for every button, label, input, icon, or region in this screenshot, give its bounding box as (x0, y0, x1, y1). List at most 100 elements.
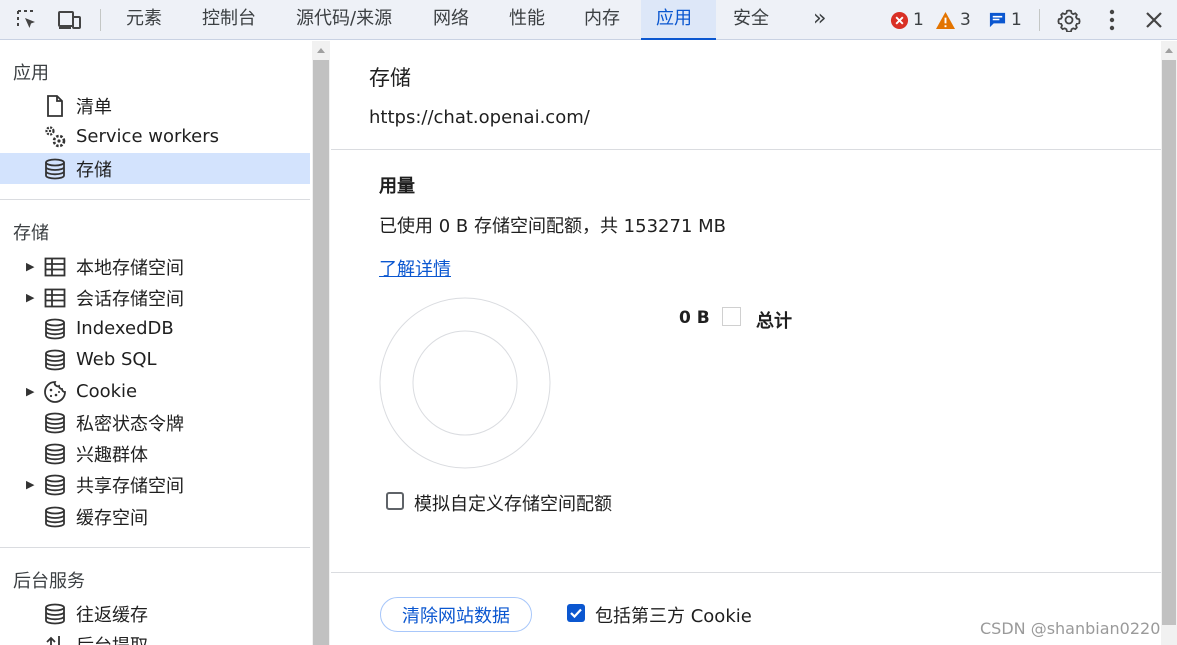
learn-more-link[interactable]: 了解详情 (379, 255, 451, 281)
sidebar-item-web-sql[interactable]: Web SQL (0, 344, 310, 375)
expand-arrow-icon[interactable]: ▶ (26, 291, 38, 304)
tab-sources[interactable]: 源代码/来源 (281, 0, 407, 40)
sidebar-item-label: 共享存储空间 (76, 475, 184, 497)
errors-count: 1 (913, 10, 924, 30)
section-title-storage: 存储 (13, 223, 49, 244)
sidebar-item-service-workers[interactable]: Service workers (0, 121, 310, 152)
sidebar-item-label: 后台提取 (76, 632, 148, 645)
sidebar-item-label: 本地存储空间 (76, 257, 184, 279)
warning-icon (936, 11, 955, 29)
errors-badge[interactable]: 1 (890, 8, 924, 32)
scroll-up-arrow-icon[interactable] (1164, 47, 1174, 54)
sidebar-item-indexeddb[interactable]: IndexedDB (0, 313, 310, 344)
tab-memory[interactable]: 内存 (569, 0, 635, 40)
database-icon (42, 504, 68, 530)
watermark: CSDN @shanbian0220 (980, 619, 1161, 638)
inspect-element-icon[interactable] (13, 6, 41, 34)
toolbar-divider (100, 9, 101, 31)
section-title-background-services: 后台服务 (13, 571, 85, 592)
tab-elements[interactable]: 元素 (111, 0, 177, 40)
more-tabs-button[interactable]: » (798, 0, 841, 40)
close-icon[interactable] (1140, 6, 1168, 34)
sidebar-item-cookie[interactable]: ▶ Cookie (0, 376, 310, 407)
document-icon (42, 93, 68, 119)
tab-security[interactable]: 安全 (718, 0, 784, 40)
origin-url: https://chat.openai.com/ (369, 107, 590, 128)
legend-label: 总计 (756, 311, 792, 332)
sidebar-item-cache-storage[interactable]: 缓存空间 (0, 501, 310, 532)
tab-application[interactable]: 应用 (641, 0, 716, 40)
sidebar-item-private-state-tokens[interactable]: 私密状态令牌 (0, 407, 310, 438)
kebab-menu-icon[interactable] (1098, 6, 1126, 34)
usage-pie-chart (379, 297, 551, 469)
devtools-tab-bar: 元素 控制台 源代码/来源 网络 性能 内存 应用 安全 » 1 3 1 (0, 0, 1177, 40)
sidebar-item-background-fetch[interactable]: 后台提取 (0, 629, 310, 645)
expand-arrow-icon[interactable]: ▶ (26, 385, 38, 398)
messages-badge[interactable]: 1 (988, 8, 1022, 32)
arrows-icon (42, 632, 68, 645)
message-icon (989, 12, 1006, 28)
error-icon (890, 11, 909, 29)
sidebar-scrollbar-thumb[interactable] (313, 60, 329, 645)
include-third-party-cookies-label[interactable]: 包括第三方 Cookie (595, 602, 752, 628)
sidebar-item-label: 存储 (76, 159, 112, 181)
device-toolbar-icon[interactable] (56, 6, 84, 34)
scroll-up-arrow-icon[interactable] (316, 47, 326, 54)
clear-site-data-button[interactable]: 清除网站数据 (380, 597, 532, 632)
database-icon (42, 441, 68, 467)
sidebar-item-interest-groups[interactable]: 兴趣群体 (0, 438, 310, 469)
section-divider (0, 199, 310, 200)
legend-value: 0 B (679, 308, 710, 328)
tab-network[interactable]: 网络 (418, 0, 484, 40)
database-icon (42, 472, 68, 498)
sidebar-item-label: 缓存空间 (76, 507, 148, 529)
cookie-icon (42, 379, 68, 405)
sidebar-item-label: Cookie (76, 381, 138, 402)
sidebar-item-label: 清单 (76, 96, 112, 118)
tab-performance[interactable]: 性能 (494, 0, 560, 40)
sidebar-item-label: 私密状态令牌 (76, 413, 184, 435)
settings-gear-icon[interactable] (1055, 6, 1083, 34)
tab-console[interactable]: 控制台 (187, 0, 271, 40)
sidebar-item-shared-storage[interactable]: ▶ 共享存储空间 (0, 469, 310, 500)
warnings-badge[interactable]: 3 (935, 8, 971, 32)
sidebar-item-manifest[interactable]: 清单 (0, 90, 310, 121)
sidebar-item-back-forward-cache[interactable]: 往返缓存 (0, 598, 310, 629)
table-icon (42, 254, 68, 280)
warnings-count: 3 (960, 10, 971, 30)
usage-heading: 用量 (379, 176, 415, 197)
expand-arrow-icon[interactable]: ▶ (26, 478, 38, 491)
sidebar-item-local-storage[interactable]: ▶ 本地存储空间 (0, 251, 310, 282)
sidebar-item-label: 往返缓存 (76, 604, 148, 626)
usage-text: 已使用 0 B 存储空间配额，共 153271 MB (379, 216, 726, 237)
legend-swatch (722, 307, 741, 326)
simulate-quota-label[interactable]: 模拟自定义存储空间配额 (414, 490, 612, 516)
page-title: 存储 (369, 66, 411, 90)
gears-icon (42, 124, 68, 150)
database-icon (42, 410, 68, 436)
sidebar-item-storage[interactable]: 存储 (0, 153, 310, 184)
database-icon (42, 601, 68, 627)
include-third-party-cookies-checkbox[interactable] (567, 604, 585, 622)
sidebar-item-label: IndexedDB (76, 318, 174, 339)
database-icon (42, 347, 68, 373)
panel-divider (331, 149, 1161, 150)
expand-arrow-icon[interactable]: ▶ (26, 260, 38, 273)
main-scrollbar-thumb[interactable] (1162, 60, 1176, 625)
application-sidebar: 应用 清单 Service workers 存储 存储 ▶ 本地存储空间 ▶ 会… (0, 41, 312, 645)
section-title-application: 应用 (13, 63, 49, 84)
table-icon (42, 285, 68, 311)
messages-count: 1 (1011, 10, 1022, 30)
panel-divider (331, 572, 1161, 573)
sidebar-item-label: 兴趣群体 (76, 444, 148, 466)
sidebar-item-label: 会话存储空间 (76, 288, 184, 310)
sidebar-item-label: Service workers (76, 126, 220, 147)
simulate-quota-checkbox[interactable] (386, 492, 404, 510)
toolbar-divider (1039, 9, 1040, 31)
database-icon (42, 316, 68, 342)
sidebar-item-label: Web SQL (76, 349, 157, 370)
section-divider (0, 547, 310, 548)
database-icon (42, 156, 68, 182)
sidebar-item-session-storage[interactable]: ▶ 会话存储空间 (0, 282, 310, 313)
checkmark-icon (570, 608, 582, 619)
